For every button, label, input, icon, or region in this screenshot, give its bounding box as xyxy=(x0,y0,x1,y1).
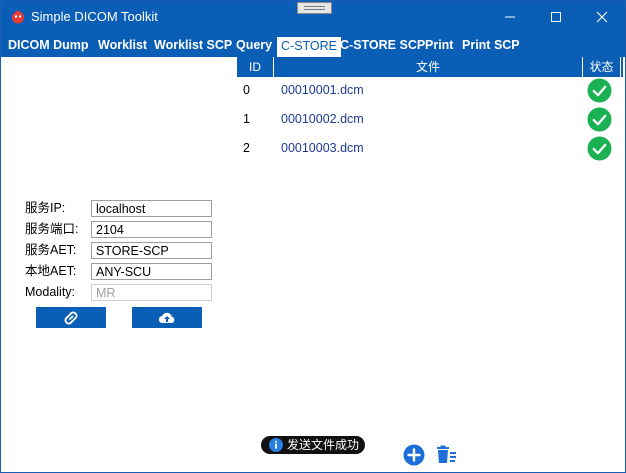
row-id: 1 xyxy=(243,112,250,126)
local-aet-input[interactable] xyxy=(91,263,212,280)
title-bar[interactable]: Simple DICOM Toolkit xyxy=(1,1,625,33)
column-header-status[interactable]: 状态 xyxy=(583,57,621,77)
cloud-upload-icon xyxy=(158,312,175,324)
table-row[interactable]: 1 00010002.dcm xyxy=(237,105,623,134)
server-ip-input[interactable] xyxy=(91,200,212,217)
success-check-icon xyxy=(587,107,612,132)
table-row[interactable]: 0 00010001.dcm xyxy=(237,76,623,105)
minimize-icon xyxy=(505,16,515,18)
tab-print[interactable]: Print xyxy=(425,36,453,57)
maximize-icon xyxy=(551,12,561,22)
file-table: ID 文件 状态 0 00010001.dcm 1 00010002.dcm 2… xyxy=(237,57,623,165)
row-id: 2 xyxy=(243,141,250,155)
success-check-icon xyxy=(587,78,612,103)
tab-query[interactable]: Query xyxy=(236,36,272,57)
table-row[interactable]: 2 00010003.dcm xyxy=(237,134,623,163)
tab-c-store[interactable]: C-STORE xyxy=(276,36,343,57)
row-file: 00010003.dcm xyxy=(281,141,364,155)
window-title: Simple DICOM Toolkit xyxy=(31,9,158,24)
tab-print-scp[interactable]: Print SCP xyxy=(462,36,520,57)
tab-dicom-dump[interactable]: DICOM Dump xyxy=(8,36,89,57)
server-ip-label: 服务IP: xyxy=(25,201,66,215)
row-id: 0 xyxy=(243,83,250,97)
app-window: Simple DICOM Toolkit DICOM Dump Worklist… xyxy=(0,0,626,473)
info-icon xyxy=(269,438,283,452)
modality-input xyxy=(91,284,212,301)
table-header: ID 文件 状态 xyxy=(237,57,623,77)
server-aet-input[interactable] xyxy=(91,242,212,259)
status-message: 发送文件成功 xyxy=(287,438,360,452)
tab-strip: DICOM Dump Worklist Worklist SCP Query C… xyxy=(1,33,625,57)
status-toast: 发送文件成功 xyxy=(261,436,365,454)
row-file: 00010002.dcm xyxy=(281,112,364,126)
tab-worklist-scp[interactable]: Worklist SCP xyxy=(154,36,232,57)
tab-worklist[interactable]: Worklist xyxy=(98,36,147,57)
maximize-button[interactable] xyxy=(533,1,579,33)
plus-circle-icon[interactable] xyxy=(403,444,425,466)
success-check-icon xyxy=(587,136,612,161)
modality-label: Modality: xyxy=(25,285,76,299)
close-button[interactable] xyxy=(579,1,625,33)
local-aet-label: 本地AET: xyxy=(25,264,77,278)
upload-button[interactable] xyxy=(132,307,202,328)
server-aet-label: 服务AET: xyxy=(25,243,77,257)
tab-c-store-scp[interactable]: C-STORE SCP xyxy=(340,36,425,57)
connect-button[interactable] xyxy=(36,307,106,328)
server-port-label: 服务端口: xyxy=(25,222,79,236)
app-logo-icon xyxy=(12,10,24,24)
column-header-id[interactable]: ID xyxy=(237,57,274,77)
drag-handle[interactable] xyxy=(297,2,332,14)
trash-list-icon[interactable] xyxy=(436,444,458,466)
row-file: 00010001.dcm xyxy=(281,83,364,97)
link-icon xyxy=(64,311,78,325)
server-port-input[interactable] xyxy=(91,221,212,238)
minimize-button[interactable] xyxy=(487,1,533,33)
column-header-file[interactable]: 文件 xyxy=(274,57,583,77)
close-icon xyxy=(596,11,608,23)
